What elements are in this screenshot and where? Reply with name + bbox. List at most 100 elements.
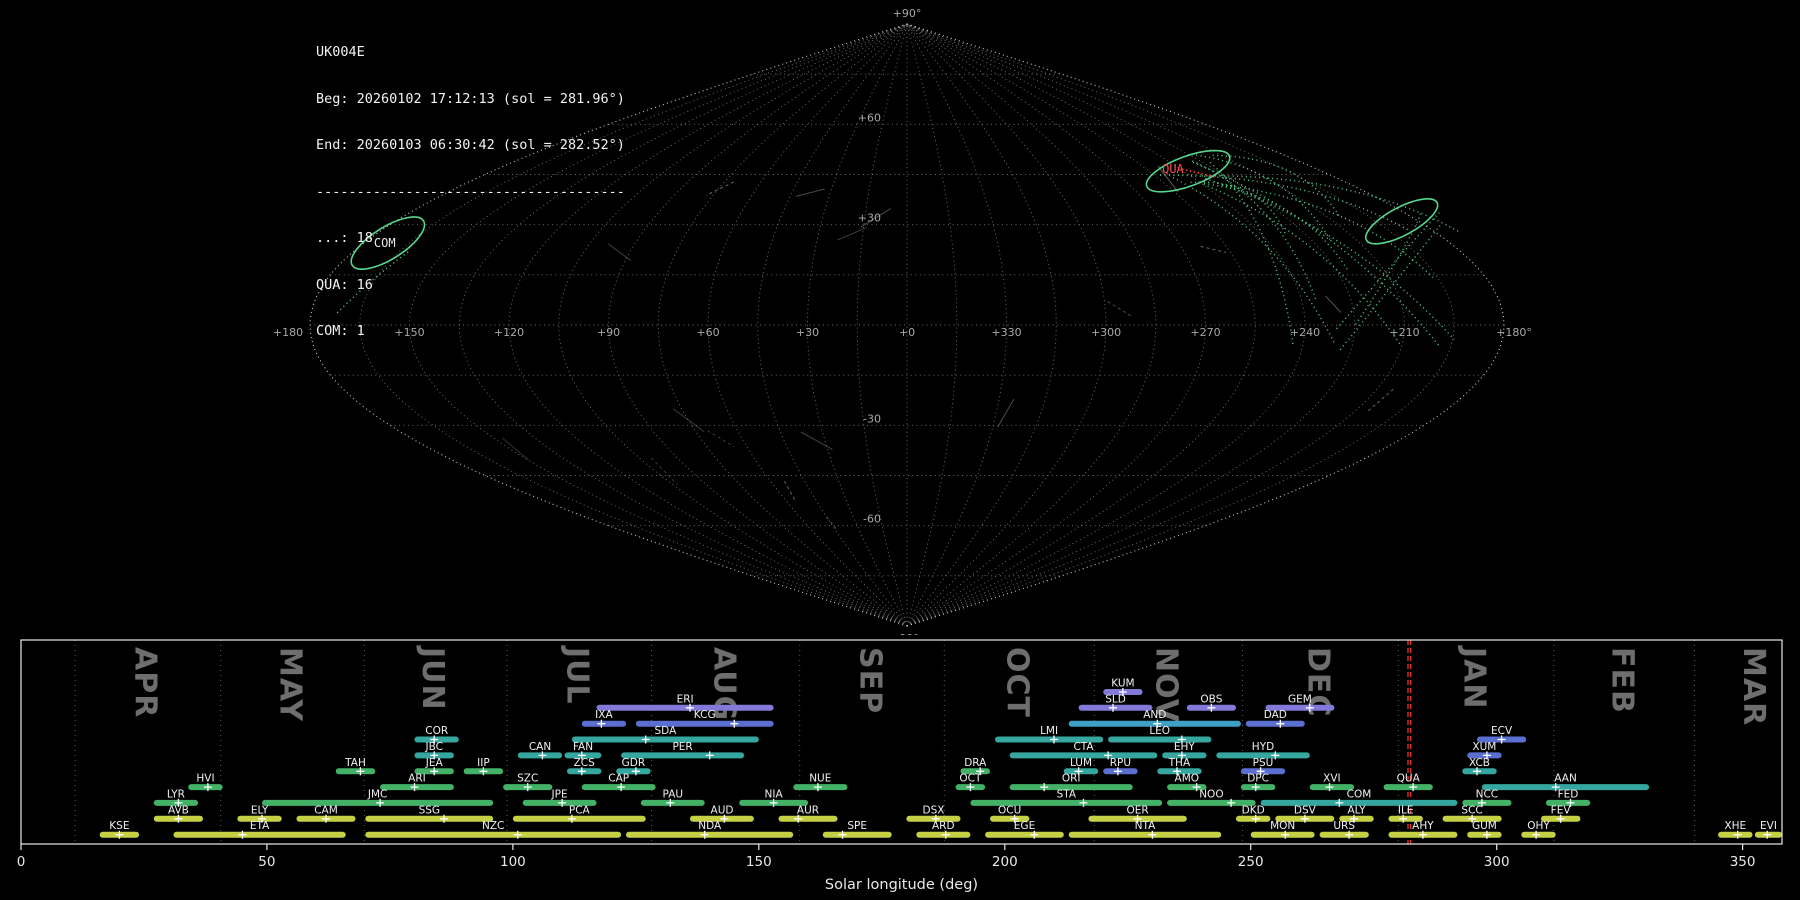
shower-label-urs: URS xyxy=(1333,820,1355,832)
shower-label-fed: FED xyxy=(1558,788,1579,800)
shower-label-ecv: ECV xyxy=(1491,725,1513,737)
shower-label-lum: LUM xyxy=(1070,757,1092,769)
month-label: MAY xyxy=(273,647,308,722)
shower-label-com: COM xyxy=(1347,788,1372,800)
shower-label-tah: TAH xyxy=(344,757,366,769)
longitude-label: +210 xyxy=(1389,326,1419,339)
shower-label-ile: ILE xyxy=(1398,804,1414,816)
shower-label-mon: MON xyxy=(1270,820,1295,832)
shower-label-ege: EGE xyxy=(1014,820,1035,832)
x-tick-label: 150 xyxy=(746,854,772,870)
month-label: JUL xyxy=(559,645,594,705)
shower-label-pca: PCA xyxy=(569,804,591,816)
shower-label-iip: IIP xyxy=(477,757,490,769)
meridian-line xyxy=(906,23,1157,627)
month-label: MAR xyxy=(1736,647,1771,726)
sporadic-meteor-trail xyxy=(800,431,833,450)
shower-meteor-trail xyxy=(1353,213,1422,328)
shower-label-dsv: DSV xyxy=(1294,804,1317,816)
shower-label-dra: DRA xyxy=(964,757,987,769)
shower-label-xvi: XVI xyxy=(1323,773,1340,785)
latitude-label: -30 xyxy=(863,412,881,425)
shower-label-and: AND xyxy=(1143,709,1166,721)
shower-bar-nzc xyxy=(365,831,622,838)
longitude-label: +300 xyxy=(1091,326,1121,339)
shower-label-nta: NTA xyxy=(1135,820,1156,832)
shower-label-cor: COR xyxy=(425,725,448,737)
sporadic-meteor-trail xyxy=(783,480,796,501)
shower-label-per: PER xyxy=(672,741,692,753)
shower-bar-qua xyxy=(1383,784,1433,791)
shower-label-xcb: XCB xyxy=(1469,757,1490,769)
shower-label-ori: ORI xyxy=(1062,773,1081,785)
meridian-line xyxy=(906,23,1107,627)
shower-label-hvi: HVI xyxy=(196,773,214,785)
shower-meteor-trail xyxy=(1205,177,1455,341)
shower-label-kum: KUM xyxy=(1111,678,1134,690)
shower-meteor-trail xyxy=(1191,160,1317,300)
longitude-label: +60 xyxy=(696,326,719,339)
month-label: JAN xyxy=(1457,645,1492,710)
shower-label-evi: EVI xyxy=(1760,820,1777,832)
sporadic-meteor-trail xyxy=(673,408,705,433)
month-label: SEP xyxy=(853,647,888,714)
shower-label-dpc: DPC xyxy=(1247,773,1269,785)
shower-label-zcs: ZCS xyxy=(574,757,596,769)
shower-meteor-trail xyxy=(1222,184,1434,278)
x-tick-label: 250 xyxy=(1238,854,1264,870)
shower-label-dad: DAD xyxy=(1264,709,1287,721)
shower-bar-dad xyxy=(1245,720,1305,727)
count-qua: QUA: 16 xyxy=(316,276,373,293)
shower-bar-sda xyxy=(571,736,759,743)
longitude-label: +240 xyxy=(1290,326,1320,339)
gmn-radiant-plot: +180 +150 +120 +90 +60 +30 +0 +330 +300 +270 +240 +… xyxy=(0,0,1800,900)
shower-bar-pca xyxy=(512,815,646,822)
shower-label-qua: QUA xyxy=(1397,773,1421,785)
separator-dashes: -------------------------------------- xyxy=(316,183,625,200)
x-tick-label: 50 xyxy=(258,854,275,870)
longitude-label: +330 xyxy=(991,326,1021,339)
shower-label-rpu: RPU xyxy=(1110,757,1131,769)
shower-label-ocu: OCU xyxy=(998,804,1021,816)
shower-meteor-trail xyxy=(1335,212,1440,331)
shower-label-sta: STA xyxy=(1057,788,1077,800)
sporadic-meteor-trail xyxy=(837,227,867,241)
x-tick-label: 0 xyxy=(17,854,26,870)
month-label: JUN xyxy=(415,645,450,711)
sporadic-meteor-trail xyxy=(1325,295,1342,313)
longitude-label: +270 xyxy=(1190,326,1220,339)
shower-label-aly: ALY xyxy=(1347,804,1366,816)
shower-label-lyr: LYR xyxy=(167,788,185,800)
meridian-line xyxy=(906,23,1007,627)
shower-label-nue: NUE xyxy=(809,773,831,785)
shower-label-amo: AMO xyxy=(1175,773,1200,785)
sporadic-meteor-trail xyxy=(795,188,825,197)
x-axis-title: Solar longitude (deg) xyxy=(825,877,978,893)
shower-label-xhe: XHE xyxy=(1724,820,1746,832)
latitude-label: -60 xyxy=(863,513,881,526)
shower-label-nia: NIA xyxy=(765,788,784,800)
shower-label-ehy: EHY xyxy=(1174,741,1196,753)
longitude-label: +180 xyxy=(273,326,303,339)
x-tick-label: 200 xyxy=(992,854,1018,870)
shower-label-avb: AVB xyxy=(168,804,189,816)
shower-label-kse: KSE xyxy=(109,820,129,832)
sporadic-meteor-trail xyxy=(1107,301,1132,317)
meridian-line xyxy=(906,23,1356,627)
shower-label-cap: CAP xyxy=(608,773,629,785)
shower-label-jmc: JMC xyxy=(367,788,388,800)
shower-label-jpe: JPE xyxy=(551,788,568,800)
latitude-label: +90° xyxy=(893,7,922,20)
shower-label-hyd: HYD xyxy=(1252,741,1274,753)
shower-label-ncc: NCC xyxy=(1476,788,1499,800)
shower-label-oer: OER xyxy=(1126,804,1148,816)
shower-label-nzc: NZC xyxy=(482,820,504,832)
radiant-label-qua: QUA xyxy=(1162,162,1184,176)
shower-label-fev: FEV xyxy=(1551,804,1572,816)
shower-label-xum: XUM xyxy=(1472,741,1496,753)
end-time: End: 20260103 06:30:42 (sol = 282.52°) xyxy=(316,137,625,153)
shower-label-sda: SDA xyxy=(655,725,678,737)
shower-label-ssg: SSG xyxy=(419,804,440,816)
month-label: OCT xyxy=(1000,647,1035,718)
shower-bar-eta xyxy=(173,831,346,838)
